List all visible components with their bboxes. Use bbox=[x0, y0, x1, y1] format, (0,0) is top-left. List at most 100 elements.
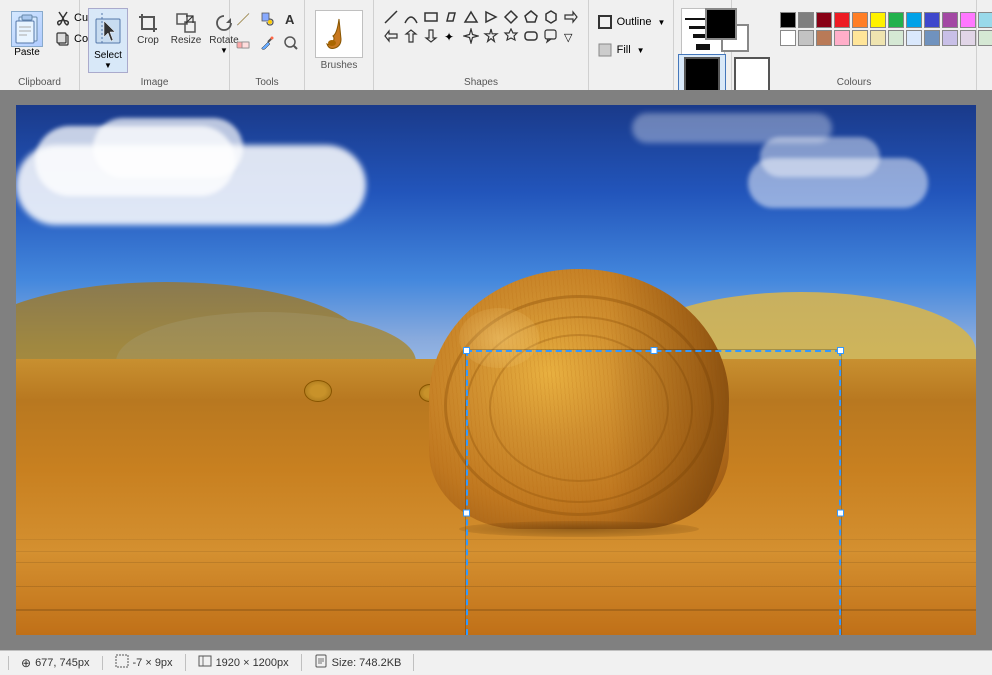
status-image-size: 1920 × 1200px bbox=[186, 654, 302, 671]
shape-star4[interactable] bbox=[462, 27, 480, 45]
selection-border bbox=[466, 350, 841, 635]
crop-button[interactable]: Crop bbox=[130, 8, 166, 73]
shape-more[interactable]: ▽ bbox=[562, 27, 580, 45]
shape-parallelogram[interactable] bbox=[442, 8, 460, 26]
edit-colours-label: Editcolo... bbox=[989, 4, 992, 37]
image-size-icon bbox=[198, 654, 212, 671]
colours-group: Colour 1 Colour 2 bbox=[732, 0, 977, 90]
shape-star6[interactable] bbox=[502, 27, 520, 45]
palette-blue[interactable] bbox=[906, 12, 922, 28]
image-size-value: 1920 × 1200px bbox=[216, 657, 289, 669]
shape-callout[interactable] bbox=[542, 27, 560, 45]
handle-top-right[interactable] bbox=[837, 347, 844, 354]
cut-icon bbox=[55, 10, 71, 26]
handle-top-left[interactable] bbox=[463, 347, 470, 354]
crosshair-icon: ⊕ bbox=[21, 656, 31, 670]
shape-up-arrow[interactable] bbox=[402, 27, 420, 45]
shapes-label: Shapes bbox=[374, 77, 588, 88]
text-button[interactable]: A bbox=[280, 8, 302, 30]
brushes-label: Brushes bbox=[321, 60, 358, 71]
handle-mid-left[interactable] bbox=[463, 509, 470, 516]
palette-skyblue[interactable] bbox=[906, 30, 922, 46]
palette-lightpink[interactable] bbox=[834, 30, 850, 46]
eraser-button[interactable] bbox=[232, 32, 254, 54]
coordinates-value: 677, 745px bbox=[35, 657, 89, 669]
shape-rounded-rect[interactable] bbox=[522, 27, 540, 45]
palette-lavender[interactable] bbox=[942, 30, 958, 46]
paste-button[interactable]: Paste bbox=[6, 8, 48, 61]
shape-curve[interactable] bbox=[402, 8, 420, 26]
outline-label: Outline bbox=[617, 16, 652, 28]
resize-icon bbox=[174, 11, 198, 35]
shape-left-arrow[interactable] bbox=[382, 27, 400, 45]
fill-button[interactable] bbox=[256, 8, 278, 30]
palette-lightgray[interactable] bbox=[798, 30, 814, 46]
palette-pink[interactable] bbox=[960, 12, 976, 28]
shape-hexagon[interactable] bbox=[542, 8, 560, 26]
palette-peach[interactable] bbox=[852, 30, 868, 46]
crop-label: Crop bbox=[137, 35, 159, 46]
palette-red[interactable] bbox=[834, 12, 850, 28]
shape-line[interactable] bbox=[382, 8, 400, 26]
cloud-6 bbox=[632, 113, 832, 143]
palette-mint[interactable] bbox=[888, 30, 904, 46]
palette-indigo[interactable] bbox=[924, 12, 940, 28]
tools-label: Tools bbox=[230, 77, 304, 88]
tools-group: A Tools bbox=[230, 0, 305, 90]
magnifier-button[interactable] bbox=[280, 32, 302, 54]
shape-down-arrow[interactable] bbox=[422, 27, 440, 45]
select-label: Select bbox=[94, 50, 122, 61]
edit-colours-group: Editcolo... bbox=[977, 0, 992, 90]
palette-gray[interactable] bbox=[798, 12, 814, 28]
brushes-button[interactable] bbox=[315, 10, 363, 58]
copy-icon bbox=[55, 31, 71, 47]
palette-black[interactable] bbox=[780, 12, 796, 28]
pencil-button[interactable] bbox=[232, 8, 254, 30]
palette-lilac[interactable] bbox=[960, 30, 976, 46]
svg-text:✦: ✦ bbox=[444, 30, 454, 44]
fill-tool-button[interactable]: Fill ▼ bbox=[592, 38, 671, 62]
color-picker-button[interactable] bbox=[256, 32, 278, 54]
status-file-size: Size: 748.2KB bbox=[302, 654, 415, 671]
status-coordinates: ⊕ 677, 745px bbox=[8, 656, 103, 670]
resize-button[interactable]: Resize bbox=[168, 8, 204, 73]
palette-white[interactable] bbox=[780, 30, 796, 46]
paste-icon bbox=[11, 11, 43, 47]
select-icon bbox=[94, 11, 122, 50]
shape-star5[interactable] bbox=[482, 27, 500, 45]
selection-rect[interactable] bbox=[466, 350, 841, 635]
palette-purple[interactable] bbox=[942, 12, 958, 28]
palette-orange[interactable] bbox=[852, 12, 868, 28]
palette-darkred[interactable] bbox=[816, 12, 832, 28]
select-button[interactable]: Select ▼ bbox=[88, 8, 128, 73]
status-selection-size: -7 × 9px bbox=[103, 654, 186, 671]
canvas-image bbox=[16, 105, 976, 635]
palette-row-2 bbox=[780, 30, 992, 46]
clipboard-group: Paste Cut Copy bbox=[0, 0, 80, 90]
shape-rect[interactable] bbox=[422, 8, 440, 26]
palette-yellow[interactable] bbox=[870, 12, 886, 28]
shape-triangle-up[interactable] bbox=[462, 8, 480, 26]
colours-label: Colours bbox=[732, 77, 976, 88]
handle-mid-right[interactable] bbox=[837, 509, 844, 516]
svg-text:A: A bbox=[285, 12, 295, 27]
fill-label: Fill bbox=[617, 44, 631, 56]
file-size-icon bbox=[314, 654, 328, 671]
shape-triangle-right[interactable] bbox=[482, 8, 500, 26]
selection-icon bbox=[115, 654, 129, 671]
shape-right-arrow[interactable] bbox=[562, 8, 580, 26]
palette-green[interactable] bbox=[888, 12, 904, 28]
palette-steelblue[interactable] bbox=[924, 30, 940, 46]
canvas-area[interactable] bbox=[0, 90, 992, 650]
shape-4-arrow[interactable]: ✦ bbox=[442, 27, 460, 45]
outline-button[interactable]: Outline ▼ bbox=[592, 10, 671, 34]
shape-diamond[interactable] bbox=[502, 8, 520, 26]
palette-tan[interactable] bbox=[870, 30, 886, 46]
palette-brown[interactable] bbox=[816, 30, 832, 46]
handle-top-center[interactable] bbox=[650, 347, 657, 354]
colour1-swatch[interactable] bbox=[705, 8, 737, 40]
selection-size-value: -7 × 9px bbox=[133, 657, 173, 669]
shape-pentagon[interactable] bbox=[522, 8, 540, 26]
status-bar: ⊕ 677, 745px -7 × 9px 1920 × 1200px Size… bbox=[0, 650, 992, 674]
app-window: Paste Cut Copy bbox=[0, 0, 992, 675]
